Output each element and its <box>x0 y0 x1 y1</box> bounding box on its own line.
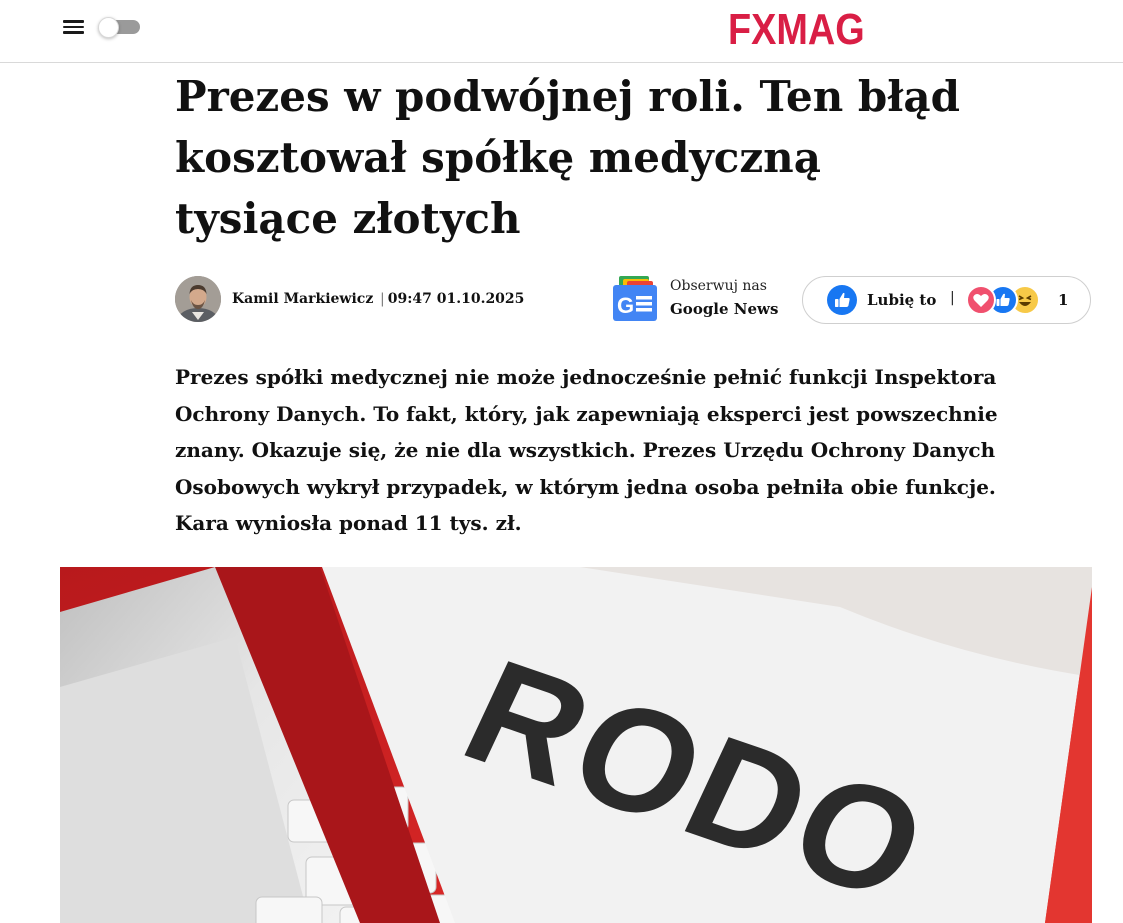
toggle-knob <box>98 17 119 38</box>
article-title: Prezes w podwójnej roli. Ten błąd koszto… <box>175 72 960 243</box>
top-bar: FXMAG <box>0 0 1123 63</box>
reactions-separator: | <box>950 290 955 306</box>
article-lead: Prezes spółki medycznej nie może jednocz… <box>175 365 998 535</box>
google-news-follow[interactable]: G Obserwuj nas Google News <box>612 276 782 324</box>
menu-line <box>63 20 84 23</box>
hero-illustration: RODO <box>60 567 1092 923</box>
site-logo[interactable]: FXMAG <box>728 6 865 54</box>
google-news-icon: G <box>613 276 657 321</box>
reaction-icons[interactable] <box>966 285 1046 317</box>
hamburger-menu-icon[interactable] <box>63 19 85 35</box>
menu-line <box>63 25 84 28</box>
publish-date-text: 09:47 01.10.2025 <box>387 291 525 307</box>
date-separator: | <box>380 291 385 307</box>
google-news-name: Google News <box>670 300 779 318</box>
publish-date: | 09:47 01.10.2025 <box>380 291 524 307</box>
thumbs-up-glyph <box>835 292 850 307</box>
menu-line <box>63 31 84 34</box>
reaction-count: 1 <box>1058 291 1069 309</box>
hero-image: RODO <box>60 567 1092 923</box>
author-avatar[interactable] <box>175 276 221 322</box>
author-name[interactable]: Kamil Markiewicz <box>232 291 373 307</box>
author-photo <box>175 276 221 322</box>
reactions-bar: Lubię to | 1 <box>802 276 1091 324</box>
svg-text:G: G <box>617 293 634 318</box>
theme-toggle[interactable] <box>98 17 141 38</box>
google-news-label: Obserwuj nas <box>670 278 767 294</box>
like-label: Lubię to <box>867 291 937 309</box>
thumbs-up-icon <box>827 285 857 315</box>
heart-icon <box>966 285 996 315</box>
heart-glyph <box>973 293 989 307</box>
